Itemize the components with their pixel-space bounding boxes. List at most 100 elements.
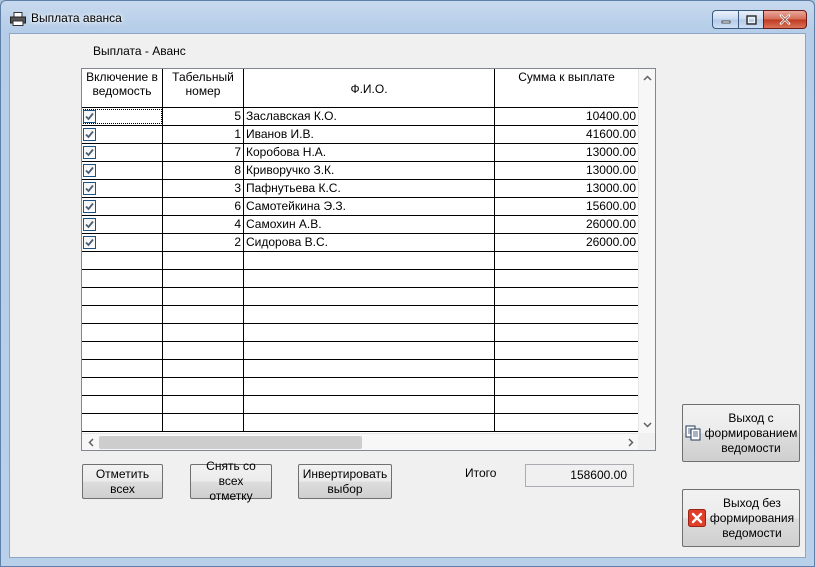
empty-table-row[interactable] (82, 396, 639, 414)
sum-cell[interactable]: 26000.00 (495, 216, 639, 233)
column-header-sum[interactable]: Сумма к выплате (495, 69, 639, 107)
include-cell[interactable] (82, 396, 163, 413)
include-cell[interactable] (82, 180, 163, 197)
close-button[interactable] (763, 10, 807, 29)
fio-cell[interactable] (244, 378, 495, 395)
scroll-left-icon[interactable] (82, 434, 99, 450)
table-row[interactable]: 2 Сидорова В.С. 26000.00 (82, 234, 639, 252)
include-cell[interactable] (82, 144, 163, 161)
include-checkbox[interactable] (83, 128, 96, 141)
sum-cell[interactable] (495, 378, 639, 395)
scroll-right-icon[interactable] (622, 434, 639, 450)
table-row[interactable]: 3 Пафнутьева К.С. 13000.00 (82, 180, 639, 198)
empty-table-row[interactable] (82, 360, 639, 378)
fio-cell[interactable] (244, 288, 495, 305)
include-cell[interactable] (82, 324, 163, 341)
sum-cell[interactable] (495, 396, 639, 413)
fio-cell[interactable] (244, 306, 495, 323)
include-checkbox[interactable] (83, 164, 96, 177)
sum-cell[interactable] (495, 288, 639, 305)
scroll-up-icon[interactable] (639, 69, 655, 86)
empty-table-row[interactable] (82, 306, 639, 324)
include-checkbox[interactable] (83, 236, 96, 249)
tab-number-cell[interactable] (163, 306, 244, 323)
sum-cell[interactable]: 15600.00 (495, 198, 639, 215)
tab-number-cell[interactable] (163, 324, 244, 341)
fio-cell[interactable] (244, 342, 495, 359)
scroll-down-icon[interactable] (639, 416, 655, 433)
sum-cell[interactable]: 13000.00 (495, 180, 639, 197)
fio-cell[interactable]: Заславская К.О. (244, 108, 495, 125)
vertical-scrollbar[interactable] (638, 69, 655, 433)
sum-cell[interactable]: 26000.00 (495, 234, 639, 251)
fio-cell[interactable] (244, 324, 495, 341)
sum-cell[interactable] (495, 252, 639, 269)
tab-number-cell[interactable] (163, 342, 244, 359)
include-checkbox[interactable] (83, 110, 96, 123)
table-row[interactable]: 1 Иванов И.В. 41600.00 (82, 126, 639, 144)
sum-cell[interactable]: 13000.00 (495, 144, 639, 161)
fio-cell[interactable]: Самотейкина Э.З. (244, 198, 495, 215)
fio-cell[interactable] (244, 360, 495, 377)
tab-number-cell[interactable]: 3 (163, 180, 244, 197)
tab-number-cell[interactable]: 4 (163, 216, 244, 233)
fio-cell[interactable]: Криворучко З.К. (244, 162, 495, 179)
minimize-button[interactable] (712, 10, 738, 29)
sum-cell[interactable]: 10400.00 (495, 108, 639, 125)
tab-number-cell[interactable] (163, 378, 244, 395)
include-cell[interactable] (82, 342, 163, 359)
fio-cell[interactable]: Коробова Н.А. (244, 144, 495, 161)
tab-number-cell[interactable]: 2 (163, 234, 244, 251)
include-cell[interactable] (82, 270, 163, 287)
fio-cell[interactable]: Иванов И.В. (244, 126, 495, 143)
include-cell[interactable] (82, 198, 163, 215)
tab-number-cell[interactable] (163, 360, 244, 377)
tab-number-cell[interactable] (163, 414, 244, 431)
sum-cell[interactable] (495, 324, 639, 341)
tab-number-cell[interactable]: 7 (163, 144, 244, 161)
horizontal-scroll-thumb[interactable] (99, 436, 362, 449)
include-checkbox[interactable] (83, 146, 96, 159)
exit-with-statement-button[interactable]: Выход с формированием ведомости (682, 404, 800, 462)
tab-number-cell[interactable] (163, 288, 244, 305)
include-cell[interactable] (82, 162, 163, 179)
fio-cell[interactable]: Пафнутьева К.С. (244, 180, 495, 197)
empty-table-row[interactable] (82, 324, 639, 342)
sum-cell[interactable] (495, 414, 639, 431)
table-row[interactable]: 5 Заславская К.О. 10400.00 (82, 108, 639, 126)
empty-table-row[interactable] (82, 270, 639, 288)
column-header-include[interactable]: Включение в ведомость (82, 69, 163, 107)
sum-cell[interactable] (495, 306, 639, 323)
tab-number-cell[interactable]: 1 (163, 126, 244, 143)
empty-table-row[interactable] (82, 252, 639, 270)
title-bar[interactable]: Выплата аванса (1, 1, 814, 34)
sum-cell[interactable]: 13000.00 (495, 162, 639, 179)
fio-cell[interactable] (244, 270, 495, 287)
empty-table-row[interactable] (82, 342, 639, 360)
tab-number-cell[interactable] (163, 396, 244, 413)
table-row[interactable]: 6 Самотейкина Э.З. 15600.00 (82, 198, 639, 216)
fio-cell[interactable]: Сидорова В.С. (244, 234, 495, 251)
exit-without-statement-button[interactable]: Выход без формирования ведомости (682, 489, 800, 547)
include-checkbox[interactable] (83, 200, 96, 213)
include-cell[interactable] (82, 360, 163, 377)
sum-cell[interactable]: 41600.00 (495, 126, 639, 143)
column-header-tab-number[interactable]: Табельный номер (163, 69, 244, 107)
tab-number-cell[interactable]: 6 (163, 198, 244, 215)
include-cell[interactable] (82, 108, 163, 125)
unmark-all-button[interactable]: Снять со всех отметку (190, 459, 272, 503)
empty-table-row[interactable] (82, 288, 639, 306)
include-cell[interactable] (82, 126, 163, 143)
horizontal-scrollbar[interactable] (82, 433, 639, 450)
include-cell[interactable] (82, 414, 163, 431)
fio-cell[interactable]: Самохин А.В. (244, 216, 495, 233)
tab-number-cell[interactable]: 5 (163, 108, 244, 125)
table-row[interactable]: 7 Коробова Н.А. 13000.00 (82, 144, 639, 162)
table-row[interactable]: 4 Самохин А.В. 26000.00 (82, 216, 639, 234)
tab-number-cell[interactable] (163, 270, 244, 287)
column-header-fio[interactable]: Ф.И.О. (244, 69, 495, 107)
employee-grid[interactable]: Включение в ведомость Табельный номер Ф.… (81, 68, 656, 451)
sum-cell[interactable] (495, 342, 639, 359)
tab-number-cell[interactable]: 8 (163, 162, 244, 179)
fio-cell[interactable] (244, 414, 495, 431)
